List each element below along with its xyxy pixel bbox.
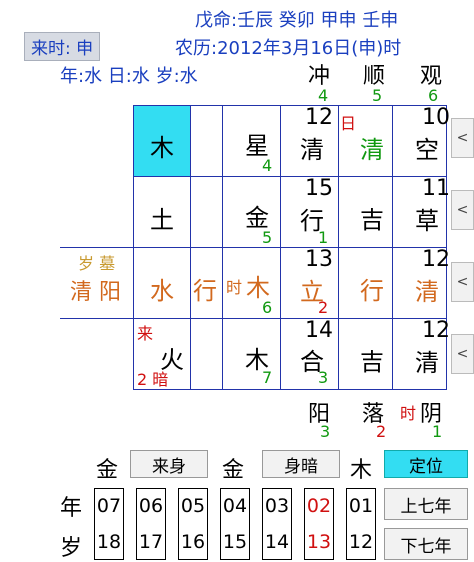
row2-xing-sub: 1 (318, 228, 329, 247)
year-box-6[interactable]: 06 17 (136, 488, 166, 560)
row1-num2: 12 (305, 105, 333, 130)
row1-nav-button[interactable]: < (451, 118, 474, 158)
year-box-bottom: 14 (264, 531, 290, 553)
row2-jin-sub: 5 (262, 228, 273, 247)
row2-tu: 土 (150, 206, 174, 234)
bottom-label-yang-num: 3 (320, 422, 331, 441)
year-box-bottom: 18 (96, 531, 122, 553)
dingwei-button[interactable]: 定位 (384, 450, 468, 478)
year-box-3[interactable]: 03 14 (262, 488, 292, 560)
top-label-shun-num: 5 (372, 86, 383, 105)
shen-an-button[interactable]: 身暗 (262, 450, 340, 478)
row3-li-sub: 2 (318, 298, 329, 317)
row1-kong: 空 (415, 136, 439, 164)
year-box-top: 07 (96, 495, 122, 517)
row1-xing-sub: 4 (262, 156, 273, 175)
jin-label-1: 金 (222, 458, 245, 483)
row3-xing: 行 (360, 277, 384, 305)
year-box-top: 02 (306, 495, 332, 517)
row4-num2: 14 (305, 318, 333, 343)
laishi-badge: 来时: 申 (24, 32, 101, 61)
row2-num2: 15 (305, 176, 333, 201)
row3-num2: 13 (305, 247, 333, 272)
row2-ji: 吉 (360, 206, 384, 234)
year-box-bottom: 17 (138, 531, 164, 553)
year-box-bottom: 12 (348, 531, 374, 553)
row4-lai-mark: 来 (137, 324, 154, 343)
row2-nav-button[interactable]: < (451, 190, 474, 230)
mu-label: 木 (350, 458, 373, 483)
year-box-top: 03 (264, 495, 290, 517)
jin-label-2: 金 (96, 458, 119, 483)
bottom-label-shi-mark: 时 (400, 404, 417, 423)
row4-an-mark: 2 暗 (137, 370, 169, 389)
year-box-top: 05 (180, 495, 206, 517)
year-box-bottom: 16 (180, 531, 206, 553)
year-box-bottom: 15 (222, 531, 248, 553)
row3-nav-button[interactable]: < (451, 262, 474, 302)
year-box-top: 01 (348, 495, 374, 517)
row3-shui: 水 (150, 277, 174, 305)
bottom-label-luo-num: 2 (376, 422, 387, 441)
year-box-7[interactable]: 07 18 (94, 488, 124, 560)
year-box-4[interactable]: 04 15 (220, 488, 250, 560)
row4-mu-sub: 7 (262, 368, 273, 387)
pillars-line: 戊命:壬辰 癸卯 甲申 壬申 (195, 10, 399, 31)
row2-num: 11 (422, 176, 450, 201)
top-label-chong-num: 4 (318, 86, 329, 105)
row2-cao: 草 (415, 207, 439, 235)
year-label: 年 (60, 496, 83, 521)
row4-qing: 清 (415, 349, 439, 377)
row3-qing-yang: 清 阳 (70, 280, 121, 305)
row3-qing: 清 (415, 278, 439, 306)
row1-qing-green: 清 (360, 136, 384, 164)
row4-he-sub: 3 (318, 368, 329, 387)
row4-ji: 吉 (360, 348, 384, 376)
year-box-1[interactable]: 01 12 (346, 488, 376, 560)
next-seven-years-button[interactable]: 下七年 (384, 528, 468, 560)
year-box-top: 04 (222, 495, 248, 517)
row1-num: 10 (422, 105, 450, 130)
age-label: 岁 (60, 536, 83, 561)
year-box-5[interactable]: 05 16 (178, 488, 208, 560)
lunar-date-line: 农历:2012年3月16日(申)时 (175, 38, 402, 59)
lai-shen-button[interactable]: 来身 (130, 450, 208, 478)
bottom-label-yin-num: 1 (432, 422, 443, 441)
row3-xing2: 行 (193, 277, 217, 305)
row1-qing: 清 (300, 136, 324, 164)
row1-ri-mark: 日 (340, 114, 357, 133)
row3-mu-sub: 6 (262, 298, 273, 317)
top-label-guan-num: 6 (428, 86, 439, 105)
year-box-top: 06 (138, 495, 164, 517)
prev-seven-years-button[interactable]: 上七年 (384, 488, 468, 520)
row3-shi-mark: 时 (226, 278, 243, 297)
row3-num: 12 (422, 247, 450, 272)
row4-num: 12 (422, 318, 450, 343)
elements-line: 年:水 日:水 岁:水 (60, 66, 198, 87)
row4-nav-button[interactable]: < (451, 334, 474, 374)
year-box-2[interactable]: 02 13 (304, 488, 334, 560)
year-box-bottom: 13 (306, 531, 332, 553)
row1-mu: 木 (150, 134, 174, 162)
row3-sui-mu: 岁 墓 (78, 254, 116, 273)
